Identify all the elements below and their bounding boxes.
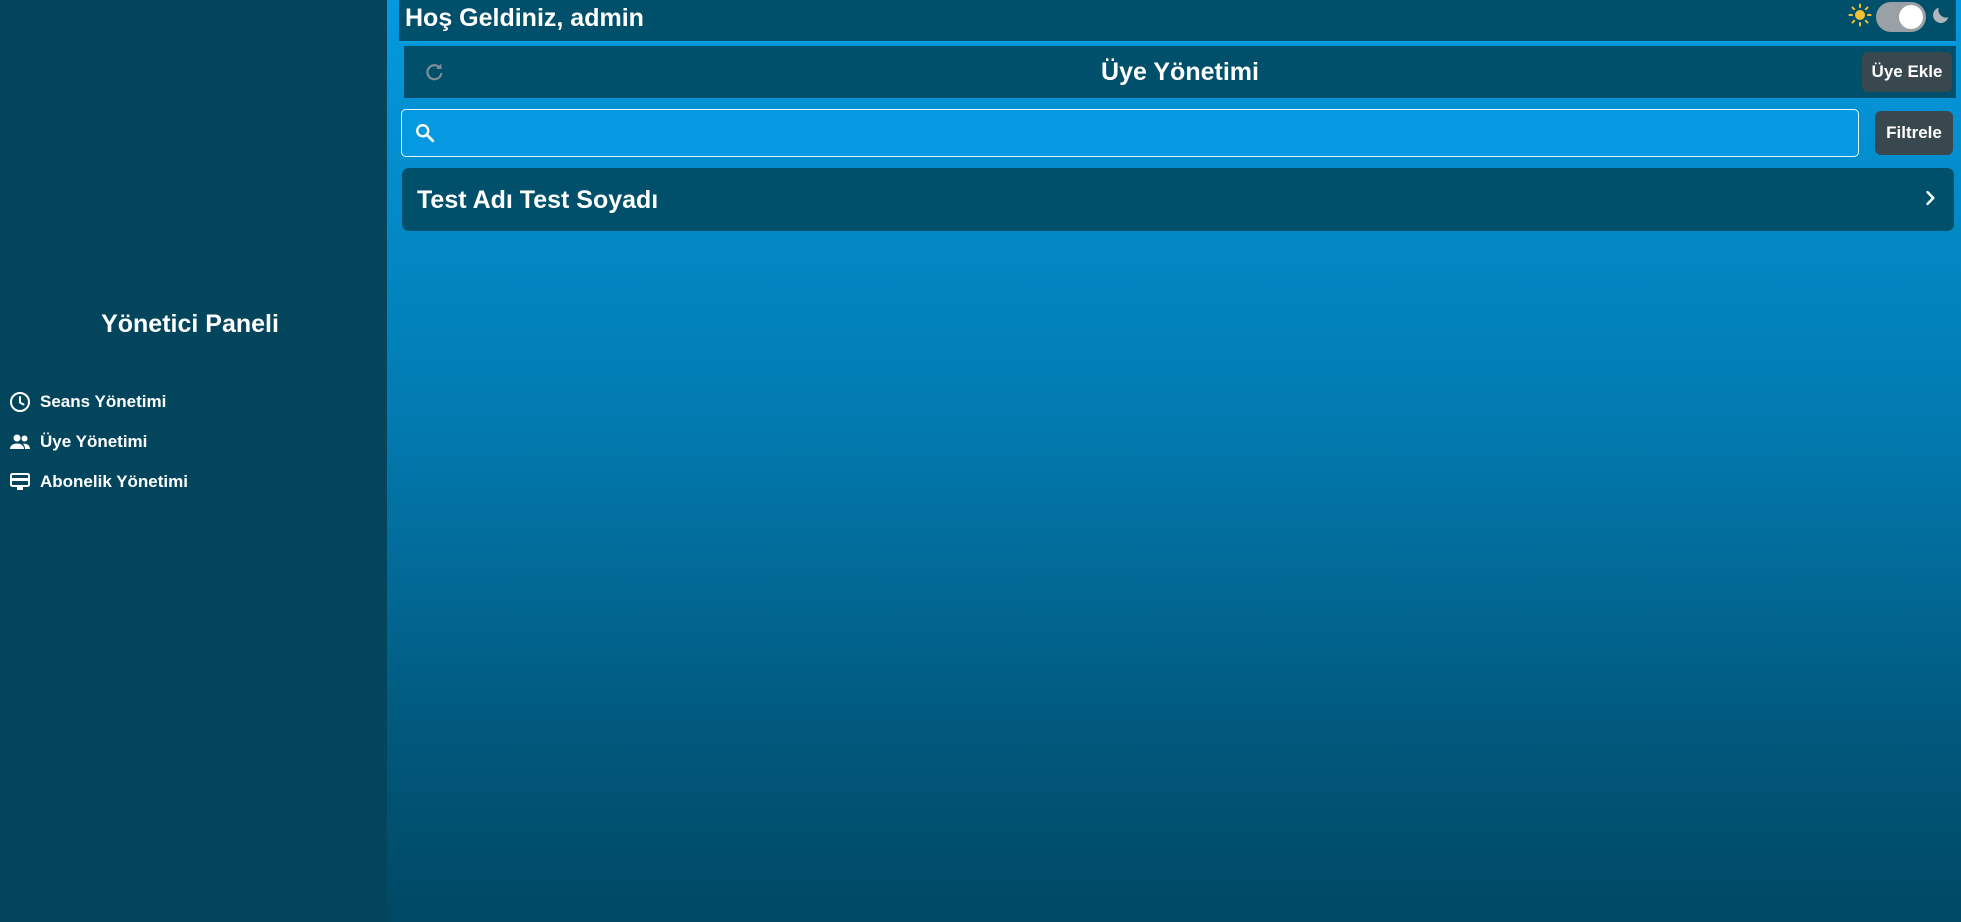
- sidebar-item-label: Seans Yönetimi: [40, 392, 167, 411]
- sidebar-item-label: Üye Yönetimi: [40, 432, 148, 451]
- clock-icon: [8, 390, 32, 414]
- chevron-right-icon: [1920, 188, 1940, 213]
- theme-switcher: [1848, 2, 1952, 32]
- search-icon: [414, 122, 436, 149]
- welcome-text: Hoş Geldiniz, admin: [405, 4, 644, 32]
- main-content: Hoş Geldiniz, admin Üye Yönetimi Üye Ekl…: [387, 0, 1961, 922]
- card-icon: [8, 470, 32, 494]
- people-icon: [8, 430, 32, 454]
- sidebar-item-subscriptions[interactable]: Abonelik Yönetimi: [8, 462, 188, 502]
- page-title: Üye Yönetimi: [1101, 58, 1259, 86]
- sidebar-item-sessions[interactable]: Seans Yönetimi: [8, 382, 188, 422]
- search-input[interactable]: [446, 110, 1850, 158]
- sidebar-nav: Seans Yönetimi Üye Yönetimi Abonelik Yön…: [8, 382, 188, 502]
- sidebar-item-label: Abonelik Yönetimi: [40, 472, 188, 491]
- list-item[interactable]: Test Adı Test Soyadı: [402, 168, 1954, 231]
- moon-icon: [1930, 4, 1952, 31]
- search-bar: [401, 109, 1859, 158]
- theme-toggle[interactable]: [1876, 2, 1926, 32]
- page-header: Üye Yönetimi Üye Ekle: [404, 46, 1956, 98]
- add-member-button[interactable]: Üye Ekle: [1862, 52, 1952, 92]
- sidebar: Yönetici Paneli Seans Yönetimi Üye Yönet…: [0, 0, 387, 922]
- sidebar-title: Yönetici Paneli: [101, 310, 279, 338]
- member-name: Test Adı Test Soyadı: [417, 186, 659, 214]
- topbar: Hoş Geldiniz, admin: [399, 0, 1956, 43]
- sidebar-item-members[interactable]: Üye Yönetimi: [8, 422, 188, 462]
- toggle-knob: [1899, 5, 1923, 29]
- sun-icon: [1848, 3, 1872, 32]
- filter-button[interactable]: Filtrele: [1875, 111, 1953, 155]
